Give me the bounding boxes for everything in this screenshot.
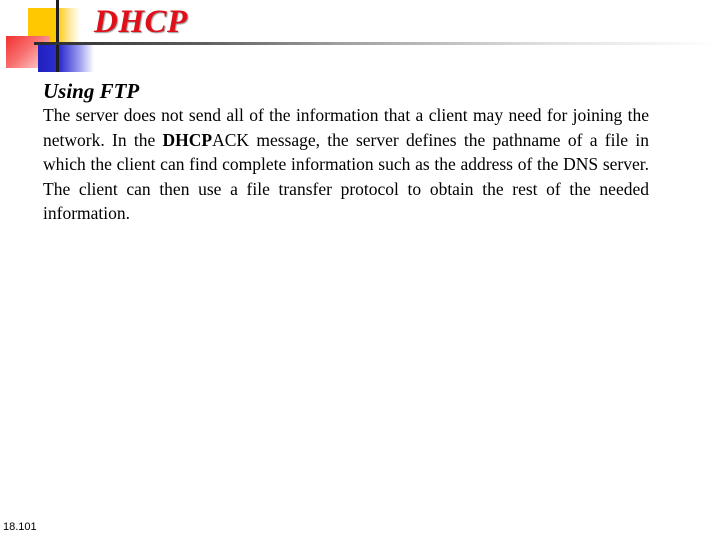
body-text-bold-term: DHCP <box>162 129 213 150</box>
title-underline-rule <box>34 42 720 45</box>
slide-subtitle: Using FTP <box>43 79 140 103</box>
slide-title: DHCP <box>94 4 188 40</box>
decorative-blue-square <box>38 44 94 72</box>
slide-number: 18.101 <box>3 521 37 533</box>
body-paragraph: The server does not send all of the info… <box>43 103 649 226</box>
decorative-vertical-line <box>56 0 59 72</box>
